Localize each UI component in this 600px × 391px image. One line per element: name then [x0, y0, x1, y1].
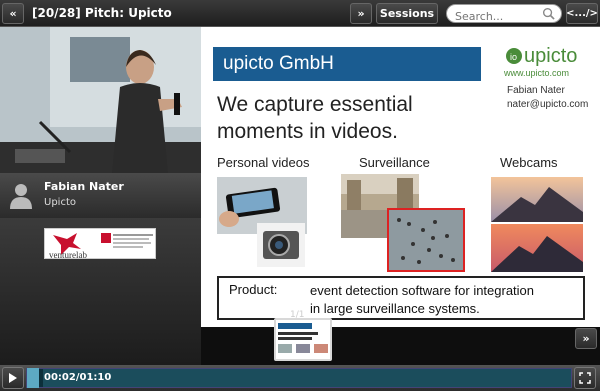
slide-thumbnail-strip: [201, 327, 600, 365]
column-label-personal-videos: Personal videos: [217, 155, 310, 170]
search-input[interactable]: [455, 8, 545, 25]
logo-url: www.upicto.com: [504, 68, 570, 78]
column-label-webcams: Webcams: [500, 155, 558, 170]
mountain-sunset-photo: [491, 177, 583, 222]
column-label-surveillance: Surveillance: [359, 155, 430, 170]
progress-handle[interactable]: [27, 368, 39, 388]
search-box: [446, 4, 562, 25]
double-chevron-right-icon: »: [357, 7, 365, 20]
crowd-surveillance-photo: [387, 208, 465, 272]
speaker-organization: Upicto: [44, 197, 76, 208]
venturelab-logo-text: venturelab: [49, 250, 87, 260]
search-icon[interactable]: [542, 7, 555, 20]
sponsor-logo[interactable]: venturelab: [44, 228, 156, 260]
user-avatar-icon: [10, 184, 32, 209]
previous-video-button[interactable]: «: [2, 3, 24, 24]
slide-headline: We capture essential moments in videos.: [217, 91, 487, 145]
sponsor-panel: venturelab: [0, 218, 201, 365]
slide-title-banner: upicto GmbH: [213, 47, 481, 81]
next-video-button[interactable]: »: [350, 3, 372, 24]
speaker-info-panel: Fabian Nater Upicto: [0, 173, 201, 218]
svg-text:io: io: [510, 52, 517, 62]
speaker-name: Fabian Nater: [44, 180, 124, 193]
product-description-line2: in large surveillance systems.: [310, 301, 480, 316]
product-description-line1: event detection software for integration: [310, 283, 535, 298]
play-button[interactable]: [2, 367, 24, 389]
fullscreen-button[interactable]: [574, 367, 596, 389]
next-slide-button[interactable]: »: [575, 328, 597, 349]
slide-headline-line1: We capture essential: [217, 93, 413, 116]
player-controls: 00:02/01:10: [0, 365, 600, 391]
time-display: 00:02/01:10: [44, 372, 112, 383]
slide-company-name: upicto GmbH: [223, 53, 334, 74]
mountain-dusk-photo: [491, 224, 583, 272]
sessions-button[interactable]: Sessions: [376, 3, 438, 24]
product-description-box: Product: event detection software for in…: [217, 276, 585, 320]
play-icon: [9, 373, 17, 383]
venturelab-logo-graphic: venturelab: [49, 233, 153, 260]
double-chevron-left-icon: «: [9, 7, 17, 20]
action-camera-photo: [257, 223, 305, 267]
product-label: Product:: [229, 282, 278, 297]
fullscreen-icon: [579, 372, 591, 384]
double-chevron-right-icon: »: [582, 332, 590, 345]
video-title: [20/28] Pitch: Upicto: [32, 6, 172, 20]
contact-email: nater@upicto.com: [507, 99, 589, 110]
slide-thumbnail[interactable]: [274, 318, 332, 361]
top-toolbar: « [20/28] Pitch: Upicto » Sessions <.../…: [0, 0, 600, 27]
upicto-logo-text: upicto: [524, 45, 577, 67]
embed-share-button[interactable]: <.../>: [566, 3, 598, 24]
product-description: event detection software for integration…: [310, 282, 580, 318]
speaker-video-frame: [0, 27, 201, 173]
speaker-video[interactable]: [0, 27, 201, 173]
slide-headline-line2: moments in videos.: [217, 120, 398, 143]
presentation-slide: upicto GmbH io upicto www.upicto.com Fab…: [201, 27, 600, 327]
contact-name: Fabian Nater: [507, 85, 565, 96]
